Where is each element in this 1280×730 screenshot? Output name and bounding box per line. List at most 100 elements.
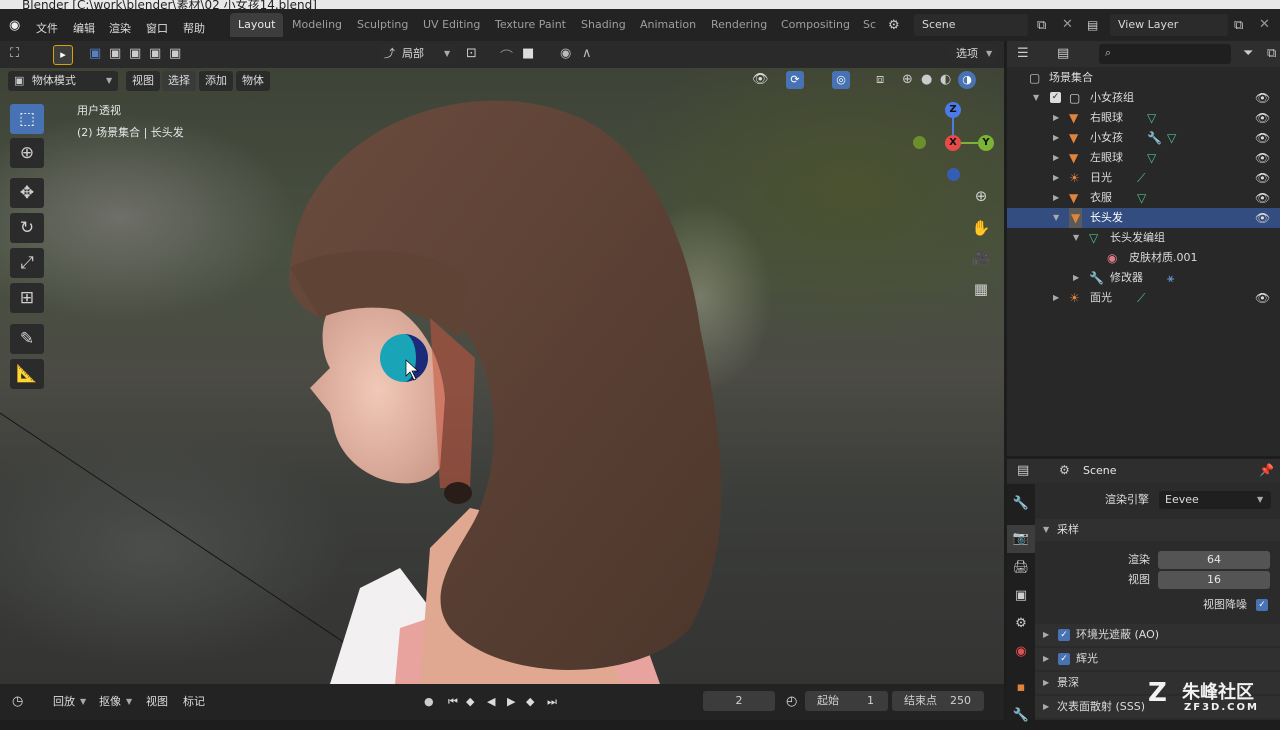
gizmo-neg-z-axis[interactable] xyxy=(947,168,960,181)
clock-icon[interactable]: ◴ xyxy=(786,692,797,712)
expand-icon[interactable]: ▶ xyxy=(1053,148,1059,168)
move-tool-icon[interactable]: ✥ xyxy=(10,178,44,208)
visibility-icon[interactable]: 👁 xyxy=(752,72,769,87)
outliner-item[interactable]: ▼ ▽ 长头发编组 xyxy=(1007,228,1280,248)
transform-orientation-dropdown[interactable]: ⤴ 局部 ▼ xyxy=(380,44,456,64)
camera-view-icon[interactable]: 🎥 xyxy=(970,247,992,269)
outliner-item-selected[interactable]: ▼ ▼ 长头发 👁 xyxy=(1007,208,1280,228)
filter-icon[interactable]: ⏷ xyxy=(1243,46,1253,61)
view-layer-tab-icon[interactable]: ▣ xyxy=(1007,582,1035,610)
menu-object[interactable]: 物体 xyxy=(236,71,270,91)
new-view-layer-icon[interactable]: ⧉ xyxy=(1234,18,1243,33)
tab-scripting[interactable]: Sc xyxy=(855,13,884,37)
world-tab-icon[interactable]: ◉ xyxy=(1007,638,1035,666)
gizmo-z-axis[interactable]: Z xyxy=(945,102,961,118)
timeline-editor-icon[interactable]: ◷ xyxy=(12,692,23,712)
selection-mode-intersect-icon[interactable]: ▣ xyxy=(169,46,181,61)
expand-icon[interactable]: ▶ xyxy=(1053,288,1059,308)
expand-icon[interactable]: ▶ xyxy=(1053,168,1059,188)
bloom-panel-header[interactable]: ▶ ✓ 辉光 xyxy=(1035,648,1280,670)
keying-menu[interactable]: 抠像 xyxy=(99,692,121,712)
gizmo-x-axis[interactable]: X xyxy=(945,135,961,151)
checkbox-icon[interactable]: ✓ xyxy=(1050,92,1061,103)
mode-dropdown[interactable]: ▣ 物体模式 ▼ xyxy=(8,71,118,91)
selection-mode-extend-icon[interactable]: ▣ xyxy=(109,46,121,61)
scale-tool-icon[interactable]: ⤢ xyxy=(10,248,44,278)
play-icon[interactable]: ▶ xyxy=(507,692,515,712)
rotate-tool-icon[interactable]: ↻ xyxy=(10,213,44,243)
end-frame-field[interactable]: 结束点 250 xyxy=(892,691,984,711)
outliner-item-collection[interactable]: ▼ ✓ ▢ 小女孩组 👁 xyxy=(1007,88,1280,108)
gizmo-y-axis[interactable]: Y xyxy=(978,135,994,151)
collapse-icon[interactable]: ▼ xyxy=(1053,208,1059,228)
outliner-item[interactable]: ◉ 皮肤材质.001 xyxy=(1007,248,1280,268)
render-samples-field[interactable]: 64 xyxy=(1158,551,1270,569)
overlay-toggle-icon[interactable]: ◎ xyxy=(832,71,850,89)
eye-icon[interactable]: 👁 xyxy=(1255,188,1270,208)
view-layer-icon[interactable]: ▤ xyxy=(1087,18,1098,32)
gizmo-toggle-icon[interactable]: ⟳ xyxy=(786,71,804,89)
expand-icon[interactable]: ▶ xyxy=(1053,188,1059,208)
outliner-item[interactable]: ▶ ☀ 日光 ⟋ 👁 xyxy=(1007,168,1280,188)
menu-view[interactable]: 视图 xyxy=(126,71,160,91)
close-icon[interactable]: ✕ xyxy=(1062,17,1073,32)
snap-icon[interactable]: ⌒ xyxy=(500,46,513,65)
expand-icon[interactable]: ▶ xyxy=(1073,268,1079,288)
selection-mode-subtract-icon[interactable]: ▣ xyxy=(129,46,141,61)
menu-add[interactable]: 添加 xyxy=(199,71,233,91)
object-tab-icon[interactable]: ▪ xyxy=(1007,674,1035,702)
eye-icon[interactable]: 👁 xyxy=(1255,168,1270,188)
tab-texture-paint[interactable]: Texture Paint xyxy=(487,13,574,37)
blender-logo-icon[interactable]: ◉ xyxy=(9,18,20,33)
marker-menu[interactable]: 标记 xyxy=(183,692,205,712)
record-icon[interactable]: ● xyxy=(424,692,434,712)
tab-rendering[interactable]: Rendering xyxy=(703,13,775,37)
new-scene-icon[interactable]: ⧉ xyxy=(1037,18,1046,33)
snap-target-icon[interactable]: ■ xyxy=(522,46,534,61)
tab-layout[interactable]: Layout xyxy=(230,13,284,37)
eye-icon[interactable]: 👁 xyxy=(1255,128,1270,148)
tab-compositing[interactable]: Compositing xyxy=(773,13,858,37)
outliner-item[interactable]: ▶ 🔧 修改器 ⚹ xyxy=(1007,268,1280,288)
eye-icon[interactable]: 👁 xyxy=(1255,208,1270,228)
xray-icon[interactable]: ⧈ xyxy=(876,72,884,87)
menu-help[interactable]: 帮助 xyxy=(183,20,205,36)
new-collection-icon[interactable]: ⧉ xyxy=(1267,46,1276,61)
select-tool-icon[interactable]: ⬚ xyxy=(10,104,44,134)
selection-mode-new-icon[interactable]: ▣ xyxy=(89,46,101,61)
menu-select[interactable]: 选择 xyxy=(162,71,196,91)
next-keyframe-icon[interactable]: ◆ xyxy=(526,692,534,712)
outliner-item[interactable]: ▶ ▼ 左眼球 ▽ 👁 xyxy=(1007,148,1280,168)
eye-icon[interactable]: 👁 xyxy=(1255,288,1270,308)
remove-view-layer-icon[interactable]: ✕ xyxy=(1259,17,1270,32)
playback-menu[interactable]: 回放 xyxy=(53,692,75,712)
eye-icon[interactable]: 👁 xyxy=(1255,148,1270,168)
editor-type-icon[interactable]: ⛶ xyxy=(10,46,19,61)
outliner-editor-icon[interactable]: ☰ xyxy=(1017,46,1029,61)
tab-uv-editing[interactable]: UV Editing xyxy=(415,13,488,37)
wireframe-shading-icon[interactable]: ⊕ xyxy=(902,72,913,87)
expand-icon[interactable]: ▶ xyxy=(1053,108,1059,128)
solid-shading-icon[interactable]: ● xyxy=(921,72,932,87)
scene-tab-icon[interactable]: ⚙ xyxy=(1007,610,1035,638)
tab-animation[interactable]: Animation xyxy=(632,13,704,37)
pan-hand-icon[interactable]: ✋ xyxy=(970,217,992,239)
eye-icon[interactable]: 👁 xyxy=(1255,88,1270,108)
sampling-panel-header[interactable]: ▼ 采样 xyxy=(1035,519,1280,541)
menu-file[interactable]: 文件 xyxy=(36,20,58,36)
falloff-icon[interactable]: ∧ xyxy=(582,46,592,61)
pivot-point-icon[interactable]: ⊡ xyxy=(466,46,477,61)
outliner-root[interactable]: ▢ 场景集合 xyxy=(1007,68,1280,88)
prev-keyframe-icon[interactable]: ◆ xyxy=(466,692,474,712)
render-engine-dropdown[interactable]: Eevee ▼ xyxy=(1159,491,1271,509)
cursor-tool-icon[interactable]: ⊕ xyxy=(10,138,44,168)
modifier-tab-icon[interactable]: 🔧 xyxy=(1007,702,1035,730)
options-dropdown[interactable]: 选项 ▼ xyxy=(950,44,998,64)
3d-viewport[interactable]: ▣ 物体模式 ▼ 视图 选择 添加 物体 👁 ⟳ ◎ ⧈ ⊕ ● ◐ ◑ 用户透… xyxy=(0,68,1004,684)
output-tab-icon[interactable]: 🖨 xyxy=(1007,554,1035,582)
navigation-gizmo[interactable]: Z X Y xyxy=(910,98,1000,188)
viewport-samples-field[interactable]: 16 xyxy=(1158,571,1270,589)
tool-tab-icon[interactable]: 🔧 xyxy=(1007,490,1035,518)
display-mode-icon[interactable]: ▤ xyxy=(1057,46,1069,61)
proportional-edit-icon[interactable]: ◉ xyxy=(560,46,571,61)
